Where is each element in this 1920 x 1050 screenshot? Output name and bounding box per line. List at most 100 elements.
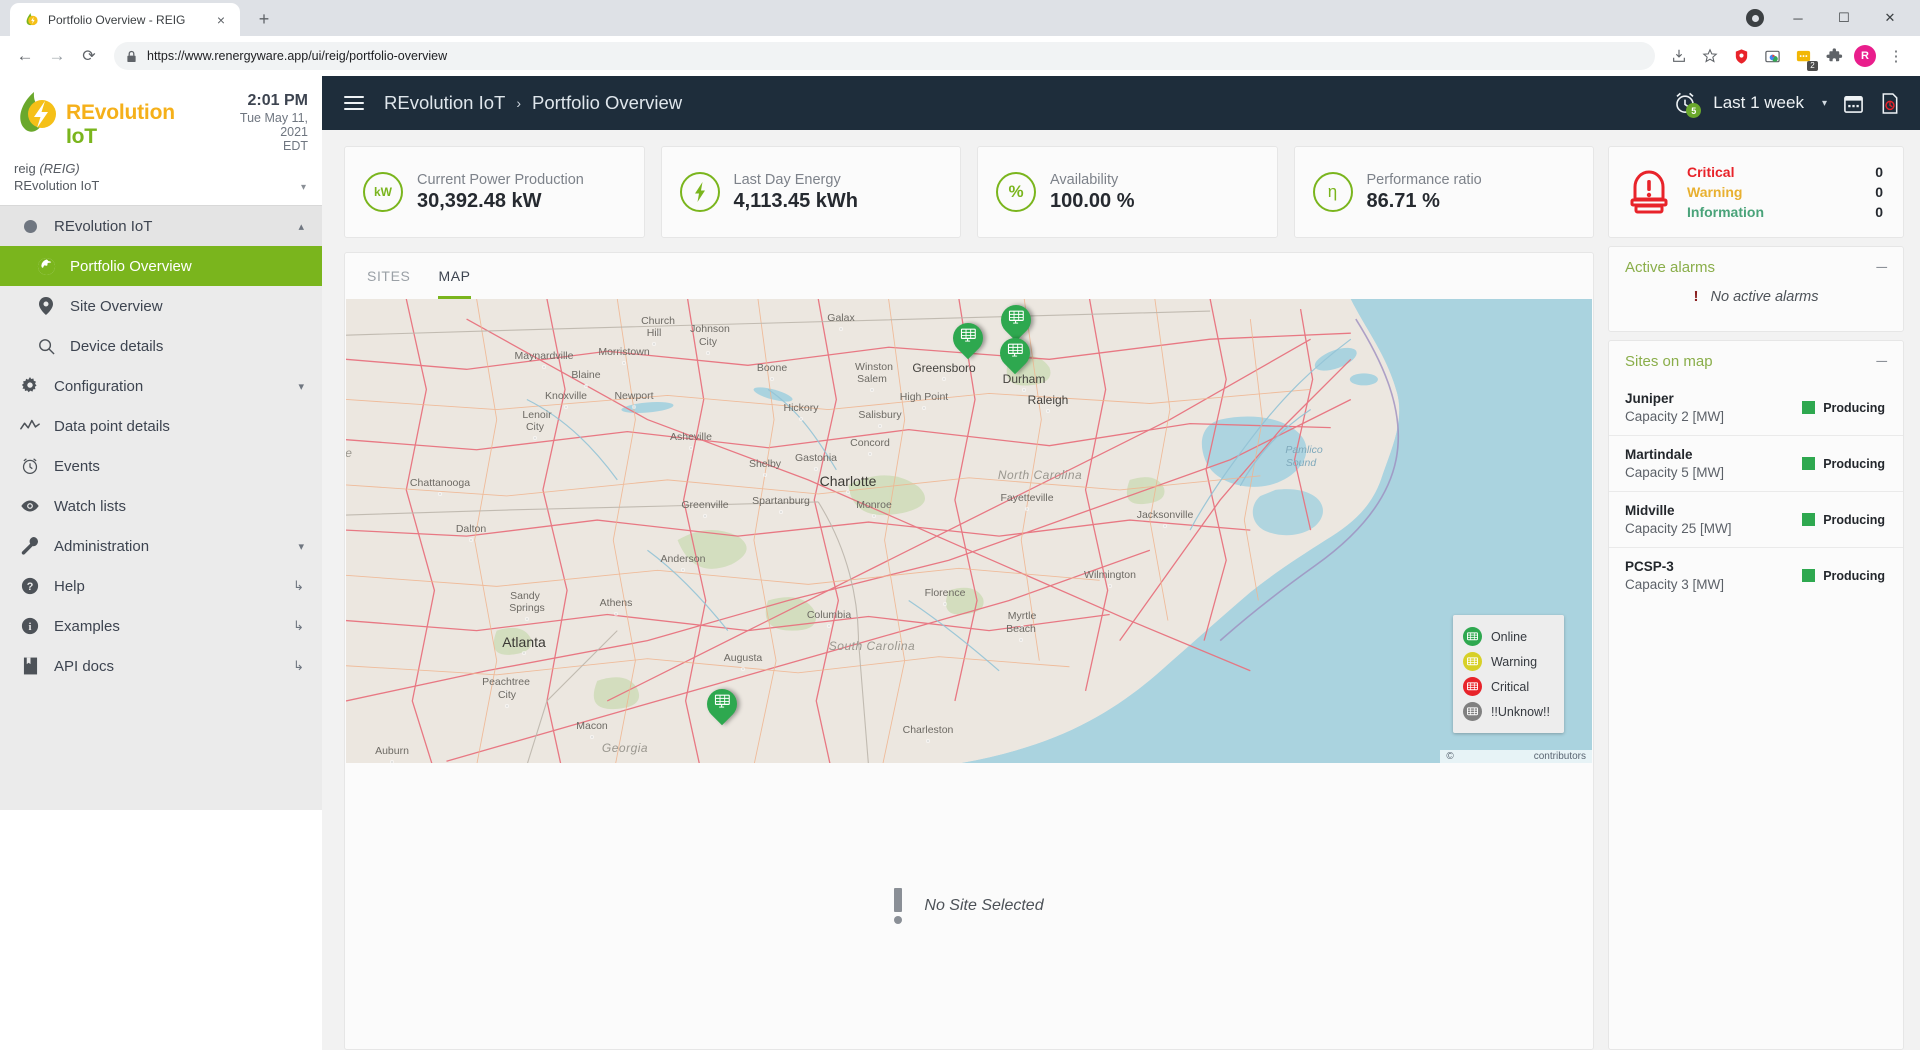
status-badge: Producing [1802,513,1895,527]
back-icon[interactable]: ← [10,41,40,71]
collapse-icon[interactable]: ─ [1876,354,1887,369]
brand-header: REvolution IoT 2:01 PM Tue May 11, 2021 … [0,76,322,159]
sidebar-item-administration[interactable]: Administration ▾ [0,526,322,566]
kpi-card-current-power-production: kW Current Power Production 30,392.48 kW [344,146,645,238]
site-marker-1[interactable] [994,299,1038,342]
attribution-contributors[interactable]: contributors [1534,751,1586,762]
profile-initial: R [1854,45,1876,67]
alarm-clock-icon[interactable]: 5 [1673,91,1702,118]
sites-list: Juniper Capacity 2 [MW] Producing Martindal… [1609,378,1903,603]
tab-sites[interactable]: SITES [367,253,410,299]
chevron-down-icon[interactable]: ▾ [301,182,306,193]
legend-status-icon [1462,677,1482,696]
close-tab-icon[interactable]: × [212,11,230,29]
legend-label: Critical [1490,679,1530,694]
lock-icon [126,50,137,63]
install-app-icon[interactable] [1665,42,1693,70]
map-canvas[interactable]: Galax Church Hill Johnson City Maynardville Mo… [346,299,1592,763]
tenant-name: REvolution IoT [14,178,100,193]
status-label: Producing [1823,568,1885,583]
sidebar-item-label: API docs [54,657,115,675]
chevron-up-icon[interactable]: ▴ [298,220,304,233]
external-link-icon[interactable]: ↳ [293,578,304,594]
puzzle-extensions-icon[interactable] [1820,42,1848,70]
alarm-count: 0 [1875,204,1883,220]
alarm-count: 0 [1875,164,1883,180]
chevron-down-icon[interactable]: ▾ [298,380,304,393]
site-list-item[interactable]: Juniper Capacity 2 [MW] Producing [1609,380,1903,435]
site-list-item[interactable]: Martindale Capacity 5 [MW] Producing [1609,435,1903,491]
eye-icon [20,496,40,516]
sidebar-item-portfolio-overview[interactable]: Portfolio Overview [0,246,322,286]
sidebar-item-events[interactable]: Events [0,446,322,486]
clock-date: Tue May 11, 2021 [239,111,308,139]
map-pin-icon [36,296,56,316]
site-marker-2[interactable] [946,316,990,360]
tenant-selector[interactable]: reig (REIG) REvolution IoT ▾ [0,159,322,206]
bookmark-star-icon[interactable] [1696,42,1724,70]
status-badge: Producing [1802,569,1895,583]
window-controls: ─ ☐ ✕ [1746,0,1920,36]
solar-panel-marker-icon [994,299,1038,342]
chevron-down-icon[interactable]: ▾ [298,540,304,553]
notes-extension-icon[interactable]: 2 [1789,42,1818,71]
browser-menu-icon[interactable]: ⋮ [1882,42,1910,70]
window-close-button[interactable]: ✕ [1868,2,1912,34]
collapse-icon[interactable]: ─ [1876,260,1887,275]
avatar[interactable]: R [1851,42,1879,70]
site-list-item[interactable]: Midville Capacity 25 [MW] Producing [1609,491,1903,547]
calendar-icon[interactable] [1843,93,1864,114]
site-list-item[interactable]: PCSP-3 Capacity 3 [MW] Producing [1609,547,1903,603]
attribution-copyright: © [1446,751,1454,762]
map-legend: Online Warning Critical !!Unknow!! [1452,615,1564,733]
sidebar-item-api-docs[interactable]: API docs ↳ [0,646,322,686]
status-label: Producing [1823,400,1885,415]
history-refresh-icon[interactable] [1880,92,1900,114]
clock-time: 2:01 PM [247,92,308,109]
sidebar-item-watch-lists[interactable]: Watch lists [0,486,322,526]
alarm-badge-count: 5 [1686,103,1702,118]
solar-panel-marker-icon [700,682,744,726]
hamburger-icon[interactable] [344,96,364,110]
browser-tab[interactable]: Portfolio Overview - REIG × [10,3,240,36]
status-color-swatch [1802,513,1816,526]
maximize-button[interactable]: ☐ [1822,2,1866,34]
minimize-button[interactable]: ─ [1776,2,1820,34]
time-range-label[interactable]: Last 1 week [1713,93,1804,113]
external-link-icon[interactable]: ↳ [293,658,304,674]
new-tab-button[interactable]: + [250,5,278,33]
site-marker-3[interactable] [993,331,1037,375]
chevron-down-icon[interactable]: ▾ [1822,98,1827,109]
site-marker-4[interactable] [700,682,744,726]
sidebar-item-configuration[interactable]: Configuration ▾ [0,366,322,406]
sidebar-item-device-details[interactable]: Device details [0,326,322,366]
legend-label: Online [1490,629,1528,644]
external-link-icon[interactable]: ↳ [293,618,304,634]
site-name: Midville [1625,503,1675,518]
flame-leaf-icon [23,12,39,28]
legend-label: !!Unknow!! [1490,704,1550,719]
no-site-selected: No Site Selected [345,763,1593,1049]
sidebar-item-examples[interactable]: i Examples ↳ [0,606,322,646]
browser-window-extension-icon[interactable] [1758,42,1786,70]
page-title: Portfolio Overview [532,92,683,113]
reload-icon[interactable]: ⟳ [74,41,104,71]
legend-status-icon [1462,652,1482,671]
solar-panel-marker-icon [946,316,990,360]
breadcrumb-root[interactable]: REvolution IoT [384,92,505,114]
shield-extension-icon[interactable] [1727,42,1755,70]
sidebar-item-help[interactable]: ? Help ↳ [0,566,322,606]
alarm-counts: Critical 0 Warning 0 Information 0 [1687,162,1883,222]
url-text: https://www.renergyware.app/ui/reig/port… [147,49,448,63]
sidebar-item-site-overview[interactable]: Site Overview [0,286,322,326]
tab-map[interactable]: MAP [438,253,471,299]
brand-title: REvolution IoT [66,101,210,149]
sidebar-item-revolution-iot[interactable]: REvolution IoT ▴ [0,206,322,246]
card-title: Sites on map [1625,353,1713,370]
line-chart-icon [20,416,40,436]
forward-icon[interactable]: → [42,41,72,71]
alarm-label: Warning [1687,184,1743,200]
alarm-label: Critical [1687,164,1735,180]
sidebar-item-data-point-details[interactable]: Data point details [0,406,322,446]
address-bar[interactable]: https://www.renergyware.app/ui/reig/port… [114,42,1655,70]
